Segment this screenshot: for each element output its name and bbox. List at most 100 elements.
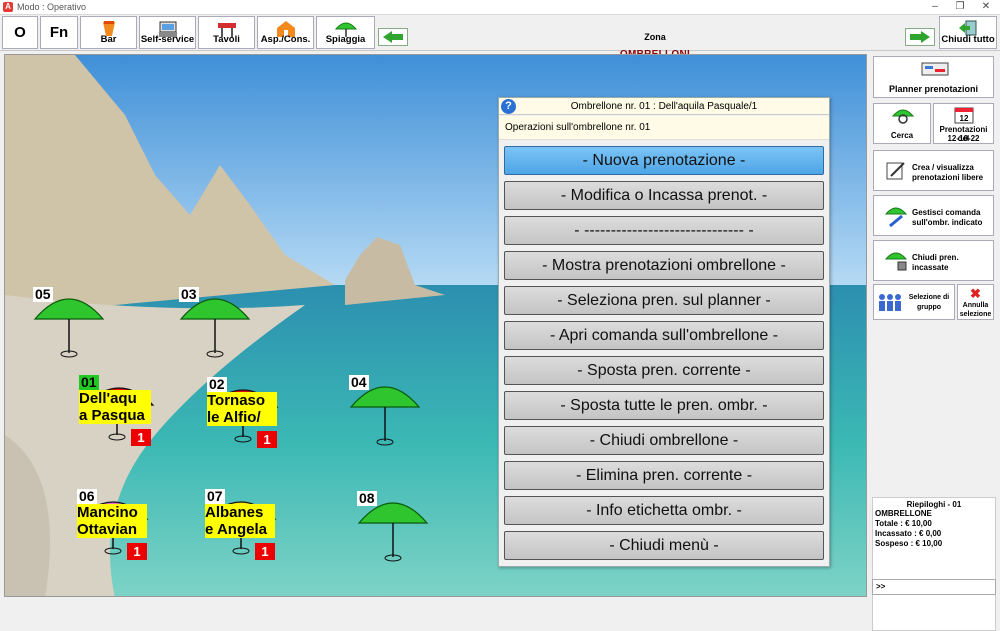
- o-button[interactable]: O: [2, 16, 38, 49]
- booking-count-badge: 1: [255, 543, 275, 560]
- booking-count-badge: 1: [127, 543, 147, 560]
- close-icon[interactable]: ✕: [976, 1, 996, 13]
- popup-title: Ombrellone nr. 01 : Dell'aquila Pasquale…: [499, 98, 829, 115]
- bar-label: Bar: [100, 34, 117, 45]
- summary-header: Riepiloghi - 01: [906, 500, 962, 509]
- bar-button[interactable]: Bar: [80, 16, 137, 49]
- umbrella-occupant: Tornaso le Alfio/: [207, 392, 277, 426]
- move-current-booking-button[interactable]: - Sposta pren. corrente -: [504, 356, 824, 385]
- window-title: Modo : Operativo: [17, 2, 87, 12]
- umbrella-number: 02: [207, 376, 227, 392]
- delete-current-booking-button[interactable]: - Elimina pren. corrente -: [504, 461, 824, 490]
- umbrella-occupant: Dell'aqu a Pasqua: [79, 390, 151, 424]
- open-order-button[interactable]: - Apri comanda sull'ombrellone -: [504, 321, 824, 350]
- occupant-line-2: a Pasqua: [79, 407, 145, 424]
- manage-order-button[interactable]: Gestisci comanda sull'ombr. indicato: [873, 195, 994, 236]
- bookings-of-date-button[interactable]: 12 Prenotazioni del 12-10-22: [933, 103, 994, 144]
- umbrella-number: 04: [349, 374, 369, 390]
- edit-or-cash-booking-button[interactable]: - Modifica o Incassa prenot. -: [504, 181, 824, 210]
- bookings-date: 12-10-22: [947, 134, 980, 143]
- group-line-1: Selezione di: [908, 294, 950, 301]
- toolbar: O Fn Bar Self-service Tavoli Asp./Cons. …: [0, 15, 1000, 60]
- sidebar: Planner prenotazioni Cerca 12 Prenotazio…: [870, 54, 1000, 631]
- umbrella-06[interactable]: 06 Mancino Ottavian 1: [77, 489, 157, 569]
- close-paid-bookings-button[interactable]: Chiudi pren. incassate: [873, 240, 994, 281]
- umbrella-operations-menu: Ombrellone nr. 01 : Dell'aquila Pasquale…: [498, 97, 830, 567]
- umbrella-occupant: Mancino Ottavian: [77, 504, 147, 538]
- booking-count-badge: 1: [257, 431, 277, 448]
- move-all-bookings-button[interactable]: - Sposta tutte le pren. ombr. -: [504, 391, 824, 420]
- help-icon[interactable]: ?: [501, 99, 516, 114]
- umbrella-occupant: Albanes e Angela: [205, 504, 275, 538]
- prev-zone-button[interactable]: [378, 28, 408, 46]
- planner-button[interactable]: Planner prenotazioni: [873, 56, 994, 98]
- tavoli-button[interactable]: Tavoli: [198, 16, 255, 49]
- spiaggia-label: Spiaggia: [325, 34, 366, 45]
- booking-count-badge: 1: [131, 429, 151, 446]
- umbrella-02[interactable]: 02 Tornaso le Alfio/ 1: [207, 377, 287, 457]
- spiaggia-button[interactable]: Spiaggia: [316, 16, 375, 49]
- group-line-2: gruppo: [916, 304, 942, 311]
- umbrella-number: 03: [179, 286, 199, 302]
- calendar-icon: 12: [954, 107, 974, 124]
- occupant-line-1: Dell'aqu: [79, 390, 137, 407]
- title-bar: A Modo : Operativo – ❐ ✕: [0, 0, 1000, 15]
- restore-icon[interactable]: ❐: [950, 1, 970, 13]
- umbrella-03[interactable]: 03: [179, 287, 259, 367]
- summary-line: Totale : € 10,00: [875, 519, 932, 528]
- group-selection-button[interactable]: Selezione di gruppo: [873, 284, 955, 320]
- umbrella-08[interactable]: 08: [357, 491, 437, 571]
- umbrella-number: 06: [77, 488, 97, 504]
- summary-panel: Riepiloghi - 01 OMBRELLONE Totale : € 10…: [872, 497, 996, 631]
- cancel-line-2: selezione: [959, 311, 992, 318]
- self-service-label: Self-service: [140, 34, 195, 45]
- calendar-day: 12: [960, 114, 969, 123]
- planner-icon: [921, 62, 949, 76]
- occupant-line-1: Albanes: [205, 504, 264, 521]
- zone-label: Zona: [644, 32, 666, 42]
- asp-cons-label: Asp./Cons.: [260, 34, 311, 45]
- close-all-label: Chiudi tutto: [941, 34, 995, 45]
- cerca-label: Cerca: [890, 131, 914, 140]
- new-booking-button[interactable]: - Nuova prenotazione -: [504, 146, 824, 175]
- occupant-line-1: Tornaso: [207, 392, 266, 409]
- fn-button[interactable]: Fn: [40, 16, 78, 49]
- summary-line: Sospeso : € 10,00: [875, 539, 943, 548]
- umbrella-number: 05: [33, 286, 53, 302]
- umbrella-04[interactable]: 04: [349, 375, 429, 455]
- cerca-button[interactable]: Cerca: [873, 103, 931, 144]
- summary-line: Incassato : € 0,00: [875, 529, 942, 538]
- create-line-1: Crea / visualizza: [912, 163, 974, 172]
- close-menu-button[interactable]: - Chiudi menù -: [504, 531, 824, 560]
- next-zone-button[interactable]: [905, 28, 935, 46]
- app-icon: A: [3, 2, 13, 12]
- umbrella-01[interactable]: 01 Dell'aqu a Pasqua 1: [79, 375, 159, 455]
- occupant-line-2: le Alfio/: [207, 409, 261, 426]
- umbrella-number: 08: [357, 490, 377, 506]
- select-on-planner-button[interactable]: - Seleziona pren. sul planner -: [504, 286, 824, 315]
- umbrella-07[interactable]: 07 Albanes e Angela 1: [205, 489, 285, 569]
- close-paid-line-1: Chiudi pren.: [912, 253, 959, 262]
- close-paid-line-2: incassate: [912, 263, 949, 272]
- manage-line-2: sull'ombr. indicato: [912, 218, 983, 227]
- close-umbrella-button[interactable]: - Chiudi ombrellone -: [504, 426, 824, 455]
- cancel-selection-button[interactable]: ✖ Annulla selezione: [957, 284, 994, 320]
- command-input[interactable]: >>: [872, 579, 996, 595]
- create-free-bookings-button[interactable]: Crea / visualizza prenotazioni libere: [873, 150, 994, 191]
- search-umbrella-icon: [892, 109, 914, 124]
- separator-button[interactable]: - ------------------------------ -: [504, 216, 824, 245]
- show-bookings-button[interactable]: - Mostra prenotazioni ombrellone -: [504, 251, 824, 280]
- occupant-line-2: Ottavian: [77, 521, 138, 538]
- asp-cons-button[interactable]: Asp./Cons.: [257, 16, 314, 49]
- group-icon: [879, 294, 901, 311]
- umbrella-05[interactable]: 05: [33, 287, 113, 367]
- close-all-button[interactable]: Chiudi tutto: [939, 16, 997, 49]
- umbrella-number: 07: [205, 488, 225, 504]
- create-line-2: prenotazioni libere: [912, 173, 984, 182]
- minimize-icon[interactable]: –: [925, 1, 945, 13]
- self-service-button[interactable]: Self-service: [139, 16, 196, 49]
- summary-line: OMBRELLONE: [875, 509, 932, 518]
- label-info-button[interactable]: - Info etichetta ombr. -: [504, 496, 824, 525]
- order-umbrella-icon: [884, 207, 908, 228]
- manage-line-1: Gestisci comanda: [912, 208, 981, 217]
